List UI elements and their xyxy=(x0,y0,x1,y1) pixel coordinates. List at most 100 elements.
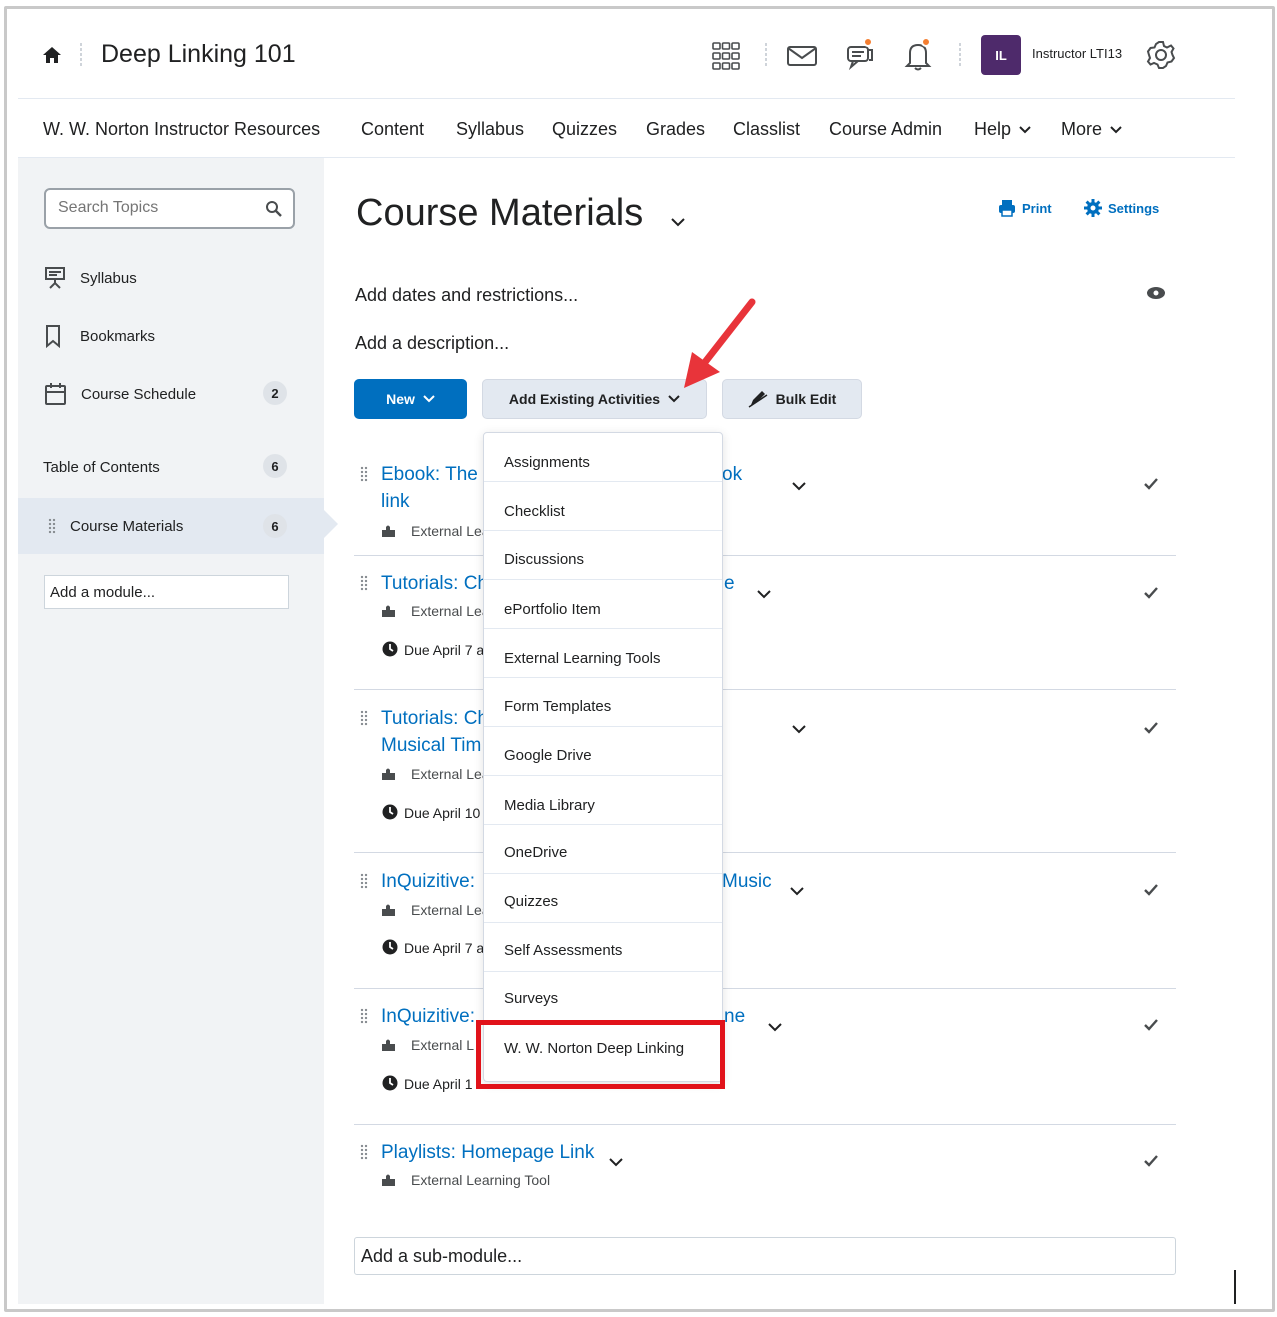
highlight-box xyxy=(476,1020,725,1089)
chevron-down-icon[interactable] xyxy=(792,482,806,491)
menu-item-onedrive[interactable]: OneDrive xyxy=(484,825,722,874)
new-button-label: New xyxy=(386,391,415,407)
menu-item-surveys[interactable]: Surveys xyxy=(484,972,722,1021)
course-title[interactable]: Deep Linking 101 xyxy=(101,40,296,69)
nav-help-label: Help xyxy=(974,119,1012,139)
chevron-down-icon[interactable] xyxy=(671,218,685,227)
checkmark-icon xyxy=(1144,884,1158,896)
clock-icon xyxy=(382,641,398,657)
nav-help[interactable]: Help xyxy=(974,119,1031,140)
notification-dot xyxy=(921,37,931,47)
search-icon[interactable] xyxy=(265,200,283,218)
item-title-end[interactable]: e xyxy=(724,573,735,595)
item-title-end[interactable]: Music xyxy=(722,871,772,893)
header-divider xyxy=(80,43,82,67)
avatar[interactable]: IL xyxy=(981,35,1021,75)
gear-icon[interactable] xyxy=(1145,39,1177,71)
item-type: External Lea xyxy=(411,523,490,539)
item-title[interactable]: InQuizitive: xyxy=(381,1006,475,1028)
chevron-down-icon xyxy=(423,395,435,403)
nav-quizzes[interactable]: Quizzes xyxy=(552,119,617,140)
puzzle-icon xyxy=(382,605,395,617)
menu-item-form-templates[interactable]: Form Templates xyxy=(484,678,722,727)
nav-more[interactable]: More xyxy=(1061,119,1122,140)
apps-grid-icon[interactable] xyxy=(711,41,741,71)
menu-item-quizzes[interactable]: Quizzes xyxy=(484,874,722,923)
nav-content[interactable]: Content xyxy=(361,119,424,140)
chevron-down-icon[interactable] xyxy=(757,590,771,599)
chevron-down-icon[interactable] xyxy=(792,725,806,734)
nav-classlist[interactable]: Classlist xyxy=(733,119,800,140)
item-type: External Lea xyxy=(411,603,490,619)
drag-handle-icon[interactable] xyxy=(360,1144,368,1160)
item-divider xyxy=(354,988,1176,989)
add-sub-module-input[interactable]: Add a sub-module... xyxy=(354,1237,1176,1275)
new-button[interactable]: New xyxy=(354,379,467,419)
menu-item-eportfolio-item[interactable]: ePortfolio Item xyxy=(484,580,722,629)
user-name[interactable]: Instructor LTI13 xyxy=(1032,46,1122,61)
add-dates-link[interactable]: Add dates and restrictions... xyxy=(355,285,578,306)
module-count-badge: 6 xyxy=(263,514,287,538)
sidebar-item-bookmarks[interactable]: Bookmarks xyxy=(44,324,155,348)
item-due-date: Due April 7 a xyxy=(404,642,485,658)
item-title-line2[interactable]: Musical Tim xyxy=(381,735,481,757)
menu-item-assignments[interactable]: Assignments xyxy=(484,433,722,482)
add-description-link[interactable]: Add a description... xyxy=(355,333,509,354)
menu-item-checklist[interactable]: Checklist xyxy=(484,482,722,531)
checkmark-icon xyxy=(1144,1155,1158,1167)
item-title-line2[interactable]: link xyxy=(381,491,410,513)
bookmark-icon xyxy=(46,325,60,348)
drag-handle-icon[interactable] xyxy=(360,466,368,482)
add-module-input[interactable]: Add a module... xyxy=(44,575,289,609)
puzzle-icon xyxy=(382,904,395,916)
search-input[interactable] xyxy=(58,199,258,217)
sidebar-item-course-schedule[interactable]: Course Schedule xyxy=(44,382,196,406)
gear-icon xyxy=(1084,199,1102,217)
drag-handle-icon[interactable] xyxy=(360,575,368,591)
item-title-end[interactable]: ok xyxy=(722,464,742,486)
eye-icon[interactable] xyxy=(1146,286,1166,300)
notification-dot xyxy=(863,37,873,47)
settings-link[interactable]: Settings xyxy=(1084,199,1159,217)
nav-more-label: More xyxy=(1061,119,1103,139)
menu-item-external-learning-tools[interactable]: External Learning Tools xyxy=(484,629,722,678)
nav-grades[interactable]: Grades xyxy=(646,119,705,140)
table-of-contents-link[interactable]: Table of Contents xyxy=(43,459,160,476)
drag-handle-icon[interactable] xyxy=(48,518,56,534)
chevron-down-icon[interactable] xyxy=(768,1023,782,1032)
nav-course-admin[interactable]: Course Admin xyxy=(829,119,942,140)
chevron-down-icon xyxy=(1110,125,1122,133)
puzzle-icon xyxy=(382,1039,395,1051)
menu-item-media-library[interactable]: Media Library xyxy=(484,776,722,825)
item-title[interactable]: Tutorials: Ch xyxy=(381,573,488,595)
text-cursor xyxy=(1234,1270,1236,1304)
menu-item-self-assessments[interactable]: Self Assessments xyxy=(484,923,722,972)
email-icon[interactable] xyxy=(786,44,818,68)
puzzle-icon xyxy=(382,1174,395,1186)
item-title[interactable]: Tutorials: Ch xyxy=(381,708,488,730)
bell-icon[interactable] xyxy=(902,37,934,72)
chevron-down-icon[interactable] xyxy=(790,887,804,896)
home-icon[interactable] xyxy=(42,45,62,65)
nav-syllabus[interactable]: Syllabus xyxy=(456,119,524,140)
print-link[interactable]: Print xyxy=(998,199,1052,217)
chevron-down-icon[interactable] xyxy=(609,1158,623,1167)
item-title[interactable]: InQuizitive: xyxy=(381,871,475,893)
puzzle-icon xyxy=(382,768,395,780)
search-box[interactable] xyxy=(44,188,295,229)
clock-icon xyxy=(382,1075,398,1091)
drag-handle-icon[interactable] xyxy=(360,1008,368,1024)
checkmark-icon xyxy=(1144,478,1158,490)
add-existing-activities-button[interactable]: Add Existing Activities xyxy=(482,379,707,419)
drag-handle-icon[interactable] xyxy=(360,710,368,726)
item-title-end[interactable]: ne xyxy=(724,1006,745,1028)
nav-norton-resources[interactable]: W. W. Norton Instructor Resources xyxy=(43,119,320,140)
sidebar-item-syllabus[interactable]: Syllabus xyxy=(44,266,137,290)
chat-icon[interactable] xyxy=(843,37,877,72)
checkmark-icon xyxy=(1144,1019,1158,1031)
drag-handle-icon[interactable] xyxy=(360,873,368,889)
menu-item-discussions[interactable]: Discussions xyxy=(484,531,722,580)
item-title[interactable]: Ebook: The I xyxy=(381,464,488,486)
item-title[interactable]: Playlists: Homepage Link xyxy=(381,1142,594,1164)
menu-item-google-drive[interactable]: Google Drive xyxy=(484,727,722,776)
